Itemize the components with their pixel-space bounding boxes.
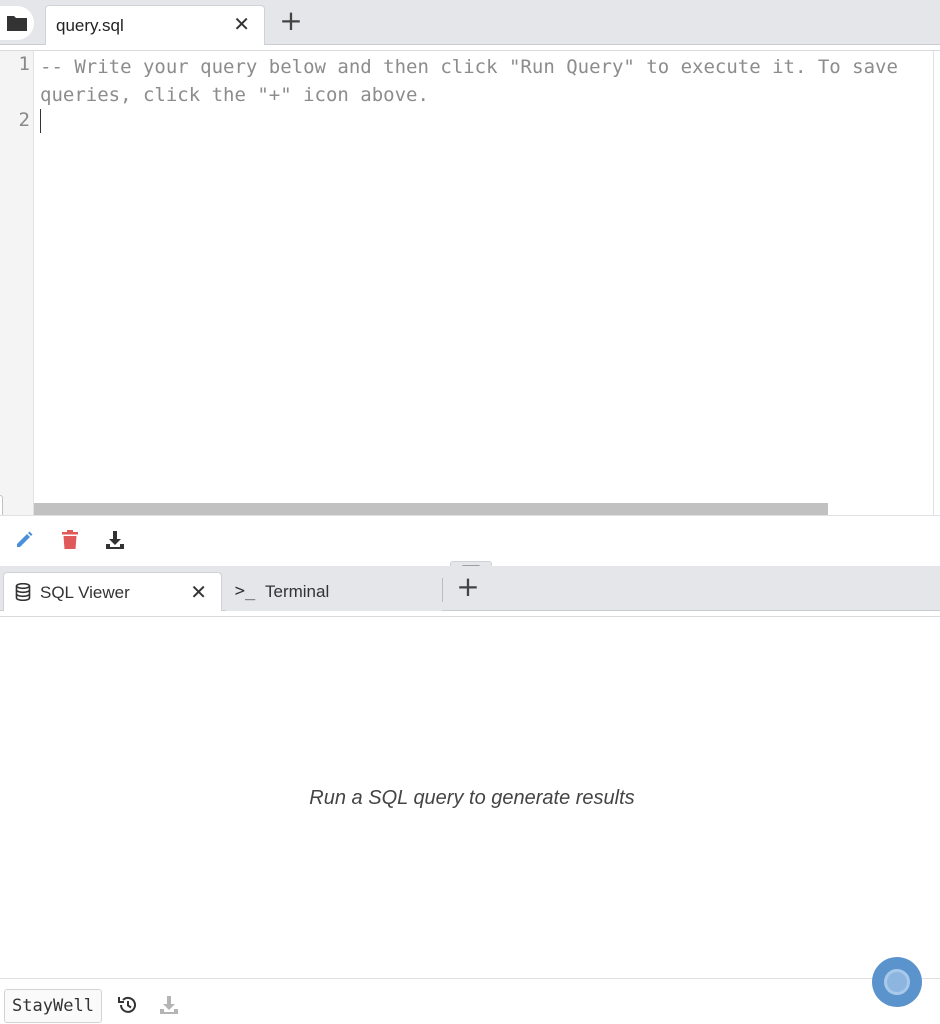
results-panel: Run a SQL query to generate results [0,616,940,978]
tab-label: Terminal [265,582,330,601]
history-icon [118,996,136,1013]
text-cursor [40,109,41,133]
download-icon [160,996,178,1014]
folder-icon [7,16,27,31]
code-line: queries, click the "+" icon above. [40,84,429,106]
code-line: -- Write your query below and then click… [40,56,898,78]
file-tab-query[interactable]: query.sql ✕ [45,5,265,45]
edit-button[interactable] [12,528,36,552]
delete-button[interactable] [58,528,82,552]
trash-icon [62,530,78,549]
sql-editor[interactable]: 1 2 -- Write your query below and then c… [0,50,940,516]
folder-button[interactable] [0,6,34,40]
tab-label: SQL Viewer [40,583,130,602]
file-tab-label: query.sql [56,16,124,35]
horizontal-scrollbar[interactable] [34,503,828,515]
empty-results-message: Run a SQL query to generate results [309,787,635,809]
download-button[interactable] [103,528,127,552]
history-button[interactable] [116,993,140,1017]
line-number-gutter: 1 2 [0,51,34,516]
pencil-icon [17,531,33,547]
editor-toolbar [0,515,940,565]
download-results-button[interactable] [157,993,181,1017]
close-icon[interactable]: ✕ [233,15,250,35]
tab-divider [442,578,443,602]
terminal-icon: >_ [234,581,256,601]
close-icon[interactable]: ✕ [190,580,207,605]
editor-tab-bar: query.sql ✕ + [0,0,940,45]
editor-right-border [933,51,934,516]
database-icon [14,582,32,602]
add-panel-tab-button[interactable]: + [444,569,492,609]
add-file-tab-button[interactable]: + [278,6,304,36]
line-number: 1 [18,53,30,75]
assistant-button[interactable] [872,957,922,1007]
footer-bar: StayWell [0,978,940,1024]
database-selector[interactable]: StayWell [4,989,102,1023]
download-icon [106,531,124,549]
tab-sql-viewer[interactable]: SQL Viewer ✕ [3,572,222,611]
tab-terminal[interactable]: >_ Terminal [226,572,442,611]
assistant-icon [884,969,910,995]
line-number: 2 [18,109,30,131]
code-comment[interactable]: -- Write your query below and then click… [40,53,940,109]
